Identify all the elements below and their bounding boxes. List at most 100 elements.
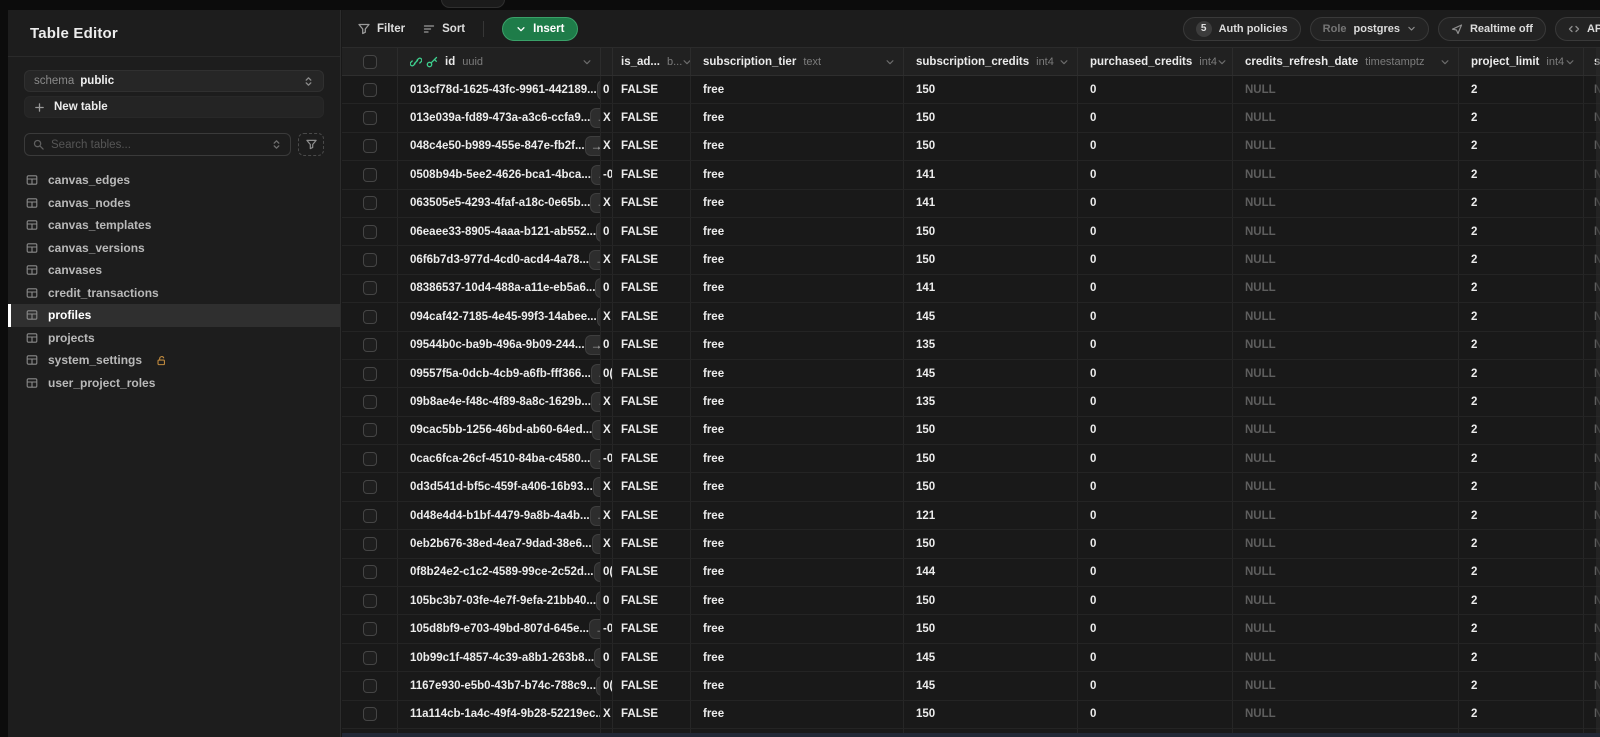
cell-clipped[interactable]: -0	[601, 161, 613, 189]
cell-purchased-credits[interactable]: 0	[1078, 359, 1233, 388]
cell-project-limit[interactable]: 2	[1459, 672, 1584, 700]
expand-row-button[interactable]: →	[590, 391, 600, 412]
cell-clipped[interactable]: -0	[601, 615, 613, 643]
row-checkbox[interactable]	[362, 253, 377, 268]
cell-purchased-credits[interactable]: 0	[1078, 416, 1233, 445]
cell-subscription-tier[interactable]: free	[691, 700, 904, 728]
realtime-toggle-button[interactable]: Realtime off	[1437, 16, 1546, 41]
cell-project-limit[interactable]: 2	[1459, 700, 1584, 728]
sidebar-table-item[interactable]: projects	[8, 327, 340, 350]
sidebar-table-item[interactable]: credit_transactions	[8, 282, 340, 305]
cell-is-admin[interactable]: FALSE	[613, 643, 691, 672]
cell-subscription-tier[interactable]: free	[691, 587, 904, 615]
cell-id[interactable]: 0eb2b676-38ed-4ea7-9dad-38e6... →	[398, 530, 601, 558]
cell-project-limit[interactable]: 2	[1459, 104, 1584, 132]
cell-project-limit[interactable]: 2	[1459, 274, 1584, 303]
cell-credits-refresh-date[interactable]: NULL	[1233, 558, 1459, 587]
cell-is-admin[interactable]: FALSE	[613, 501, 691, 530]
cell-clipped[interactable]: 0	[601, 217, 613, 246]
cell-id[interactable]: 11a114cb-1a4c-49f4-9b28-52219ec... →	[398, 700, 601, 728]
cell-id[interactable]: 09b8ae4e-f48c-4f89-8a8c-1629b... →	[398, 388, 601, 416]
cell-clipped[interactable]: X	[601, 189, 613, 217]
cell-project-limit[interactable]: 2	[1459, 132, 1584, 161]
row-checkbox[interactable]	[362, 451, 377, 466]
cell-clipped[interactable]: X	[601, 132, 613, 161]
cell-subscription-tier[interactable]: free	[691, 189, 904, 217]
cell-purchased-credits[interactable]: 0	[1078, 76, 1233, 104]
row-checkbox[interactable]	[362, 111, 377, 126]
cell-credits-refresh-date[interactable]: NULL	[1233, 359, 1459, 388]
cell-credits-refresh-date[interactable]: NULL	[1233, 132, 1459, 161]
cell-subscription-tier[interactable]: free	[691, 672, 904, 700]
cell-credits-refresh-date[interactable]: NULL	[1233, 76, 1459, 104]
cell-subscription-tier[interactable]: free	[691, 501, 904, 530]
cell-subscription-credits[interactable]: 135	[904, 331, 1078, 359]
row-checkbox[interactable]	[362, 622, 377, 637]
cell-project-limit[interactable]: 2	[1459, 161, 1584, 189]
chevron-down-icon[interactable]	[885, 57, 895, 67]
cell-subscription-credits[interactable]: 145	[904, 359, 1078, 388]
cell-project-limit[interactable]: 2	[1459, 189, 1584, 217]
cell-is-admin[interactable]: FALSE	[613, 331, 691, 359]
cell-is-admin[interactable]: FALSE	[613, 473, 691, 501]
cell-is-admin[interactable]: FALSE	[613, 303, 691, 331]
cell-subscription-tier[interactable]: free	[691, 643, 904, 672]
chevron-down-icon[interactable]	[1217, 57, 1227, 67]
row-checkbox[interactable]	[362, 508, 377, 523]
cell-project-limit[interactable]: 2	[1459, 331, 1584, 359]
schema-select[interactable]: schema public	[24, 70, 324, 92]
chevrons-collapse-icon[interactable]	[271, 139, 282, 150]
cell-credits-refresh-date[interactable]: NULL	[1233, 615, 1459, 643]
cell-is-admin[interactable]: FALSE	[613, 104, 691, 132]
sidebar-table-item[interactable]: canvas_templates	[8, 214, 340, 237]
row-checkbox[interactable]	[362, 366, 377, 381]
cell-id[interactable]: 09544b0c-ba9b-496a-9b09-244... →	[398, 331, 601, 359]
cell-id[interactable]: 0cac6fca-26cf-4510-84ba-c4580... →	[398, 445, 601, 473]
cell-subscription-credits[interactable]: 121	[904, 501, 1078, 530]
cell-project-limit[interactable]: 2	[1459, 473, 1584, 501]
cell-credits-refresh-date[interactable]: NULL	[1233, 161, 1459, 189]
cell-clipped[interactable]: 0	[601, 643, 613, 672]
cell-credits-refresh-date[interactable]: NULL	[1233, 274, 1459, 303]
row-checkbox[interactable]	[362, 650, 377, 665]
cell-purchased-credits[interactable]: 0	[1078, 445, 1233, 473]
cell-purchased-credits[interactable]: 0	[1078, 473, 1233, 501]
cell-subscription-credits[interactable]: 135	[904, 388, 1078, 416]
cell-purchased-credits[interactable]: 0	[1078, 161, 1233, 189]
search-tables-input[interactable]: Search tables...	[24, 133, 291, 156]
cell-subscription-tier[interactable]: free	[691, 359, 904, 388]
cell-subscription-credits[interactable]: 150	[904, 246, 1078, 274]
cell-id[interactable]: 1167e930-e5b0-43b7-b74c-788c9... →	[398, 672, 601, 700]
cell-subscription-tier[interactable]: free	[691, 246, 904, 274]
cell-id[interactable]: 013e039a-fd89-473a-a3c6-ccfa9... →	[398, 104, 601, 132]
expand-row-button[interactable]: →	[588, 250, 600, 271]
column-header-id[interactable]: id uuid	[398, 48, 601, 75]
cell-project-limit[interactable]: 2	[1459, 501, 1584, 530]
cell-id[interactable]: 105bc3b7-03fe-4e7f-9efa-21bb40... →	[398, 587, 601, 615]
cell-is-admin[interactable]: FALSE	[613, 161, 691, 189]
new-table-button[interactable]: New table	[24, 96, 324, 118]
sort-button[interactable]: Sort	[423, 23, 465, 35]
cell-id[interactable]: 013cf78d-1625-43fc-9961-442189... →	[398, 76, 601, 104]
cell-subscription-tier[interactable]: free	[691, 331, 904, 359]
cell-purchased-credits[interactable]: 0	[1078, 331, 1233, 359]
column-header-project-limit[interactable]: project_limit int4	[1459, 48, 1584, 75]
chevron-down-icon[interactable]	[682, 57, 690, 67]
expand-row-button[interactable]: →	[594, 647, 600, 668]
expand-row-button[interactable]: →	[592, 420, 600, 441]
chevron-down-icon[interactable]	[1440, 57, 1450, 67]
cell-clipped[interactable]: 0	[601, 274, 613, 303]
select-all-checkbox[interactable]	[362, 54, 377, 69]
cell-credits-refresh-date[interactable]: NULL	[1233, 217, 1459, 246]
row-checkbox[interactable]	[362, 565, 377, 580]
cell-id[interactable]: 09557f5a-0dcb-4cb9-a6fb-fff366... →	[398, 359, 601, 388]
row-checkbox[interactable]	[362, 707, 377, 722]
cell-credits-refresh-date[interactable]: NULL	[1233, 672, 1459, 700]
cell-credits-refresh-date[interactable]: NULL	[1233, 388, 1459, 416]
cell-subscription-credits[interactable]: 150	[904, 473, 1078, 501]
cell-credits-refresh-date[interactable]: NULL	[1233, 473, 1459, 501]
expand-row-button[interactable]: →	[589, 505, 600, 526]
cell-is-admin[interactable]: FALSE	[613, 246, 691, 274]
cell-clipped[interactable]: X	[601, 700, 613, 728]
cell-is-admin[interactable]: FALSE	[613, 76, 691, 104]
